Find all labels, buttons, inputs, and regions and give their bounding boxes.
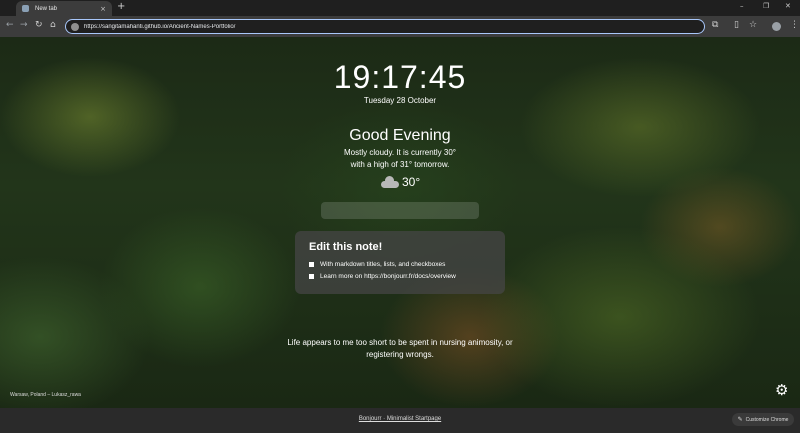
- customize-chrome-button[interactable]: ✎ Customize Chrome: [732, 413, 794, 426]
- bookmark-star-icon[interactable]: ☆: [749, 20, 757, 30]
- home-button[interactable]: ⌂: [50, 20, 56, 30]
- weather-line-1: Mostly cloudy. It is currently 30°: [344, 148, 456, 157]
- site-info-icon[interactable]: [71, 22, 79, 31]
- current-weather: 30°: [381, 175, 420, 189]
- photo-credit[interactable]: Warsaw, Poland – Lukasz_rawa: [10, 392, 81, 398]
- checkbox[interactable]: [309, 262, 314, 267]
- customize-chrome-label: Customize Chrome: [745, 416, 789, 423]
- tab-strip: New tab × + – ❐ ✕: [0, 0, 800, 16]
- clock: 19:17:45: [333, 59, 467, 95]
- note-item-text: Learn more on https://bonjourr.fr/docs/o…: [320, 273, 456, 280]
- restore-button[interactable]: ❐: [763, 2, 769, 10]
- forward-button[interactable]: →: [20, 20, 28, 30]
- startpage: 19:17:45 Tuesday 28 October Good Evening…: [0, 37, 800, 408]
- address-bar[interactable]: [65, 19, 705, 34]
- browser-toolbar: ← → ↻ ⌂ ⧉ ▯ ☆ ⋮: [0, 16, 800, 37]
- note-item: With markdown titles, lists, and checkbo…: [309, 261, 491, 268]
- new-tab-button[interactable]: +: [117, 1, 125, 12]
- pencil-icon: ✎: [737, 417, 743, 423]
- weather-line-2: with a high of 31° tomorrow.: [350, 160, 450, 169]
- greeting: Good Evening: [349, 127, 451, 144]
- footer: Bonjourr · Minimalist Startpage ✎ Custom…: [0, 408, 800, 433]
- close-window-button[interactable]: ✕: [785, 2, 791, 10]
- bonjourr-link[interactable]: Bonjourr · Minimalist Startpage: [0, 416, 800, 422]
- url-input[interactable]: [84, 23, 644, 30]
- menu-icon[interactable]: ⋮: [790, 20, 799, 30]
- checkbox[interactable]: [309, 274, 314, 279]
- quote-line-1: Life appears to me too short to be spent…: [287, 338, 513, 347]
- tab-title: New tab: [35, 5, 58, 12]
- profile-avatar[interactable]: [772, 22, 781, 31]
- quote: Life appears to me too short to be spent…: [0, 337, 800, 361]
- note-item: Learn more on https://bonjourr.fr/docs/o…: [309, 273, 491, 280]
- quote-line-2: registering wrongs.: [366, 350, 434, 359]
- tab-favicon-icon: [22, 5, 29, 12]
- settings-gear-icon[interactable]: ⚙: [775, 383, 788, 398]
- back-button[interactable]: ←: [6, 20, 14, 30]
- note-item-text: With markdown titles, lists, and checkbo…: [320, 261, 446, 268]
- sidebar-icon[interactable]: ▯: [734, 20, 739, 30]
- tab-new-tab[interactable]: New tab ×: [16, 1, 112, 16]
- reload-button[interactable]: ↻: [35, 20, 43, 30]
- cloud-icon: [381, 176, 399, 188]
- note-title: Edit this note!: [309, 241, 383, 253]
- search-input[interactable]: [321, 202, 479, 219]
- note-card[interactable]: Edit this note! With markdown titles, li…: [295, 231, 505, 294]
- extensions-icon[interactable]: ⧉: [712, 20, 718, 30]
- tab-close-icon[interactable]: ×: [100, 5, 106, 13]
- temperature: 30°: [402, 175, 421, 189]
- minimize-button[interactable]: –: [740, 2, 744, 10]
- weather-description: Mostly cloudy. It is currently 30° with …: [0, 147, 800, 171]
- date: Tuesday 28 October: [363, 96, 437, 105]
